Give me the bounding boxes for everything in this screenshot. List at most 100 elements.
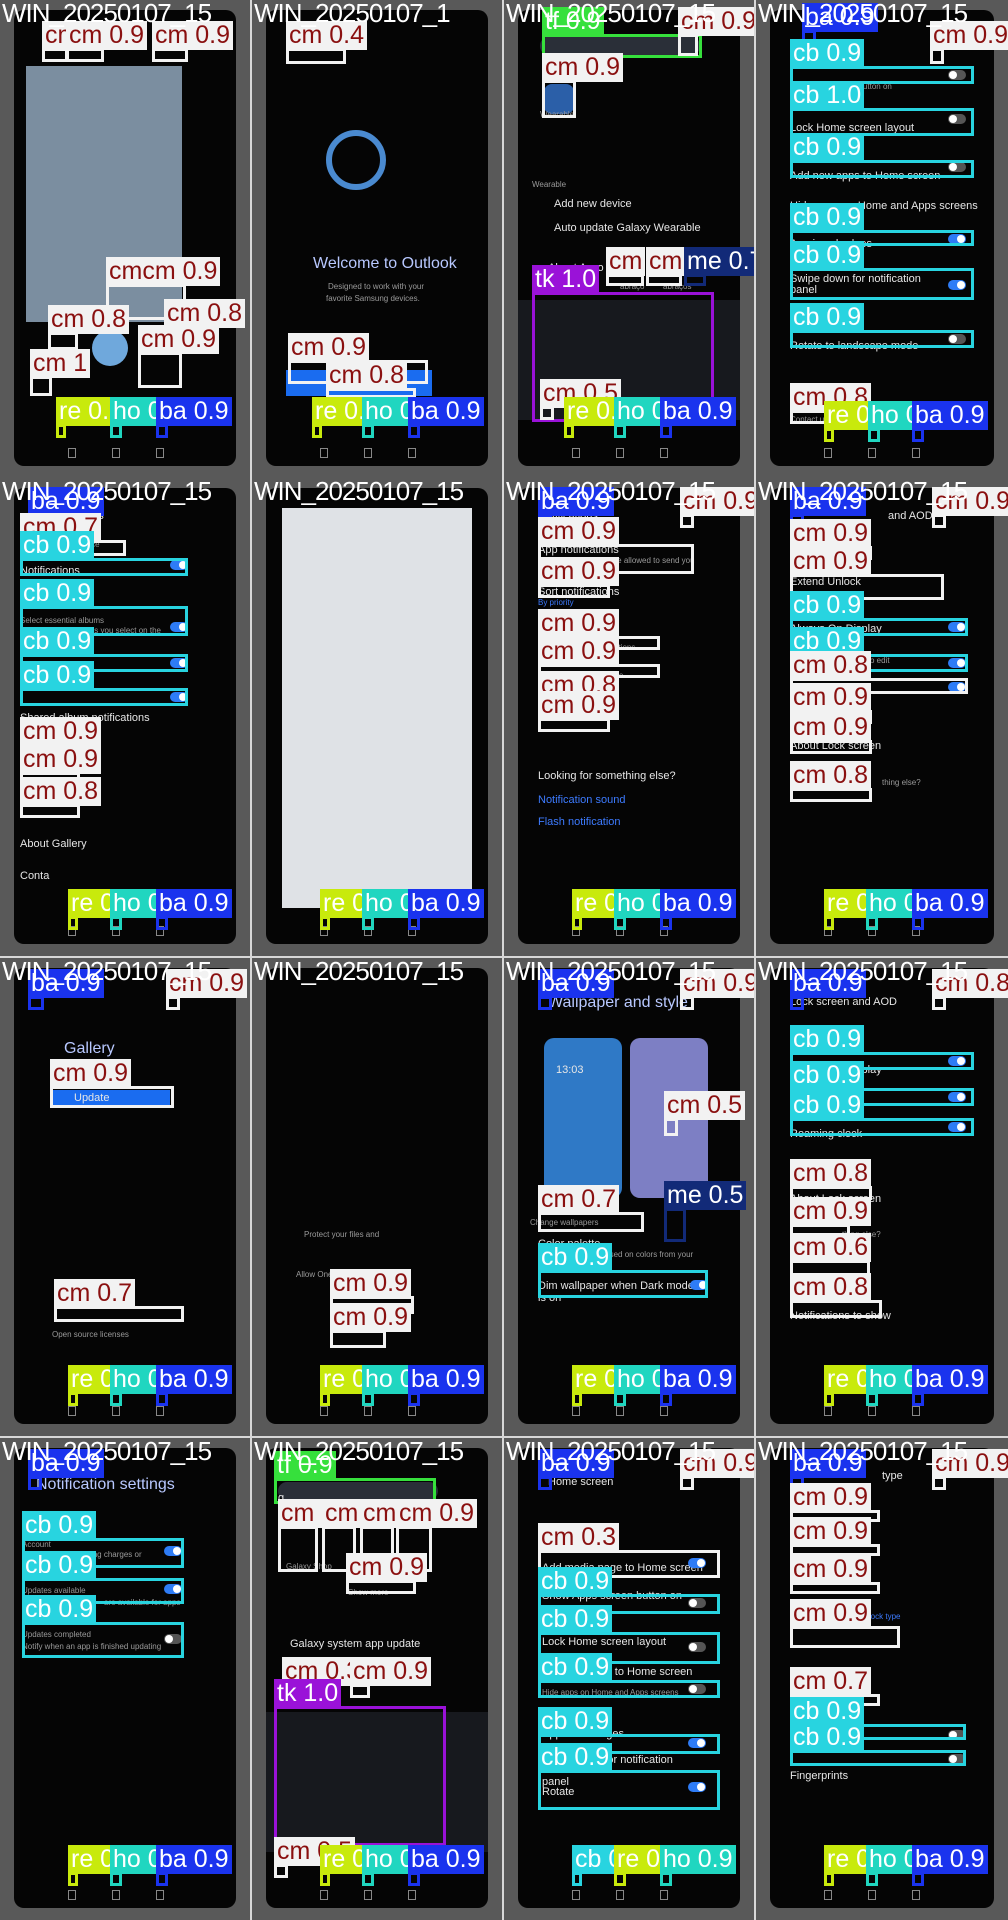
detection-box-cm: cm 0.9	[678, 7, 754, 56]
file-name: WIN_20250107_15	[254, 478, 464, 506]
detection-box-ba: ba 0.9	[408, 1845, 484, 1886]
nav-recents-icon[interactable]	[68, 1406, 76, 1416]
file-name: WIN_20250107_1	[254, 0, 451, 28]
detection-box-ba: ba 0.9	[912, 1845, 988, 1886]
detection-label: cm 0.7	[538, 1185, 620, 1214]
detection-box-ho: ho 0.9	[660, 1845, 736, 1886]
nav-home-icon[interactable]	[112, 1406, 120, 1416]
nav-recents-icon[interactable]	[572, 448, 580, 458]
nav-recents-icon[interactable]	[824, 1890, 832, 1900]
screenshot-tile: WIN_20250107_15 Wallpaper and style 13:03 C…	[504, 958, 754, 1436]
detection-box-re: re 0.9	[824, 889, 894, 930]
nav-home-icon[interactable]	[112, 448, 120, 458]
nav-home-icon[interactable]	[364, 1406, 372, 1416]
nav-recents-icon[interactable]	[572, 1890, 580, 1900]
file-name: WIN_20250107_15	[758, 0, 968, 28]
detection-label: cm 0.6	[790, 1233, 872, 1262]
nav-home-icon[interactable]	[868, 1890, 876, 1900]
nav-back-icon[interactable]	[660, 448, 668, 458]
detection-box-cm: cm 0.9	[538, 691, 620, 732]
detection-box-re: re 0.9	[320, 1845, 390, 1886]
detection-label: ba 0.9	[408, 1845, 484, 1874]
detection-box-cm: cm 0.9	[50, 1059, 174, 1108]
nav-back-icon[interactable]	[408, 448, 416, 458]
detection-label: cb 0.9	[790, 591, 865, 620]
detection-label: cm 0.9	[790, 519, 872, 548]
detection-label: ba 0.9	[156, 1365, 232, 1394]
nav-home-icon[interactable]	[616, 1406, 624, 1416]
nav-home-icon[interactable]	[364, 1890, 372, 1900]
nav-back-icon[interactable]	[156, 448, 164, 458]
file-name: WIN_20250107_15	[506, 1438, 716, 1466]
detection-box-cm: cm 0.9	[350, 1657, 432, 1698]
detection-box-ba: ba 0.9	[156, 889, 232, 930]
detection-label: cb 0.9	[20, 627, 95, 656]
detection-box-re: re 0.9	[824, 1365, 894, 1406]
detection-label: cm 0.7	[54, 1279, 136, 1308]
screen-text-title: type	[882, 1470, 903, 1482]
file-name: WIN_20250107_15	[254, 958, 464, 986]
detection-box-cm: cm 0.9	[346, 1553, 428, 1594]
detection-label: ba 0.9	[660, 889, 736, 918]
nav-home-icon[interactable]	[112, 1890, 120, 1900]
nav-recents-icon[interactable]	[320, 448, 328, 458]
detection-box-cm: cm 0.9	[138, 325, 220, 388]
detection-label: cb 0.9	[538, 1567, 613, 1596]
nav-recents-icon[interactable]	[320, 1890, 328, 1900]
detection-box-ho: ho 0.9	[110, 397, 186, 438]
detection-box-cm: cm 0.7	[538, 1185, 644, 1232]
detection-box-cb: cb 1.0	[790, 81, 974, 136]
detection-label: cm 0.9	[346, 1553, 428, 1582]
detection-box-ho: ho 0.9	[614, 1365, 690, 1406]
nav-back-icon[interactable]	[156, 1890, 164, 1900]
detection-label: ba 0.9	[660, 1365, 736, 1394]
detection-box-cm: cm 0.9	[932, 487, 1008, 528]
nav-recents-icon[interactable]	[572, 1406, 580, 1416]
screen-text-r6: About Gallery	[20, 838, 87, 850]
detection-box-cm: cm 0.8	[48, 305, 130, 350]
screen-text-welcome_sub1: Designed to work with your	[328, 282, 425, 291]
detection-box-ho: ho 0.9	[866, 1365, 942, 1406]
detection-label: cm 0.9	[790, 683, 872, 712]
nav-back-icon[interactable]	[408, 1406, 416, 1416]
detection-label: cm 0.9	[790, 1517, 872, 1546]
nav-home-icon[interactable]	[868, 448, 876, 458]
nav-back-icon[interactable]	[912, 1890, 920, 1900]
detection-label: cm 0.9	[790, 1599, 872, 1628]
nav-back-icon[interactable]	[156, 1406, 164, 1416]
nav-back-icon[interactable]	[660, 1406, 668, 1416]
nav-recents-icon[interactable]	[824, 1406, 832, 1416]
detection-box-ho: ho 0.9	[614, 397, 690, 438]
detection-label: cb 0.9	[538, 1707, 613, 1736]
nav-recents-icon[interactable]	[320, 1406, 328, 1416]
detection-label: cm 0.5	[664, 1091, 746, 1120]
nav-recents-icon[interactable]	[824, 448, 832, 458]
file-name: WIN_20250107_15	[254, 1438, 464, 1466]
detection-label: cm 0.9	[538, 557, 620, 586]
detection-box-ho: ho 0.9	[362, 889, 438, 930]
detection-box-re: re 0.8	[320, 889, 390, 930]
nav-back-icon[interactable]	[912, 448, 920, 458]
detection-label: cm	[606, 247, 646, 276]
detection-label: ba 0.9	[408, 889, 484, 918]
nav-recents-icon[interactable]	[68, 448, 76, 458]
detection-label: cb 0.9	[20, 531, 95, 560]
detection-box-tk: tk 1.0	[274, 1679, 446, 1846]
file-name: WIN_20250107_15	[2, 0, 212, 28]
nav-home-icon[interactable]	[364, 448, 372, 458]
nav-back-icon[interactable]	[660, 1890, 668, 1900]
detection-box-ba: ba 0.9	[912, 1365, 988, 1406]
nav-back-icon[interactable]	[912, 1406, 920, 1416]
file-name: WIN_20250107_15	[758, 1438, 968, 1466]
nav-back-icon[interactable]	[408, 1890, 416, 1900]
detection-label: cm 0.8	[164, 299, 246, 328]
nav-home-icon[interactable]	[616, 1890, 624, 1900]
detection-box-cm: cm 0.9	[278, 1499, 360, 1572]
detection-label: cm 0.9	[20, 745, 102, 774]
nav-home-icon[interactable]	[616, 448, 624, 458]
detection-label: cm 0.9	[50, 1059, 132, 1088]
nav-home-icon[interactable]	[868, 1406, 876, 1416]
nav-recents-icon[interactable]	[68, 1890, 76, 1900]
detection-box-cm: cm 0.9	[680, 969, 754, 1010]
detection-label: cm 0.8	[326, 361, 408, 390]
